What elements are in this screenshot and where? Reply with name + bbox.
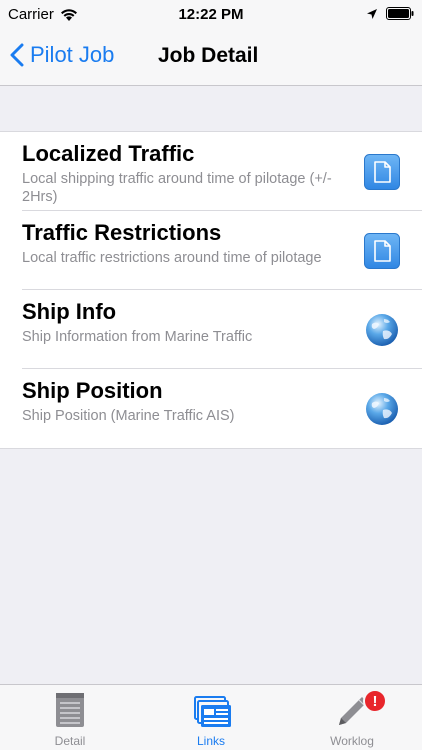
status-bar: Carrier 12:22 PM — [0, 0, 422, 30]
globe-icon — [366, 393, 398, 425]
globe-icon — [366, 314, 398, 346]
location-arrow-icon — [367, 8, 377, 19]
link-title: Localized Traffic — [22, 141, 195, 166]
status-right — [366, 7, 414, 20]
tab-detail[interactable]: Detail — [0, 685, 140, 750]
chevron-left-icon — [10, 43, 24, 67]
document-icon — [364, 233, 400, 269]
navigation-bar: Pilot Job Job Detail — [0, 30, 422, 86]
battery-icon — [386, 7, 414, 20]
notepad-icon — [56, 693, 84, 727]
tab-bar: Detail Links ! Worklog — [0, 684, 422, 750]
links-list: Localized Traffic Local shipping traffic… — [0, 131, 422, 449]
back-button[interactable]: Pilot Job — [10, 42, 114, 68]
link-subtitle: Ship Information from Marine Traffic — [22, 329, 253, 345]
worklog-alert-badge: ! — [363, 689, 387, 713]
link-row-ship-position[interactable]: Ship Position Ship Position (Marine Traf… — [0, 369, 422, 448]
link-row-traffic-restrictions[interactable]: Traffic Restrictions Local traffic restr… — [0, 211, 422, 290]
tab-label: Worklog — [330, 734, 374, 748]
link-subtitle: Local shipping traffic around time of pi… — [22, 171, 332, 205]
link-subtitle: Ship Position (Marine Traffic AIS) — [22, 408, 235, 424]
back-button-label: Pilot Job — [30, 42, 115, 67]
tab-worklog[interactable]: ! Worklog — [282, 685, 422, 750]
link-title: Ship Info — [22, 299, 117, 324]
link-title: Traffic Restrictions — [22, 220, 222, 245]
page-title: Job Detail — [158, 44, 259, 67]
tab-label: Links — [196, 734, 225, 748]
links-icon — [194, 696, 231, 727]
link-row-ship-info[interactable]: Ship Info Ship Information from Marine T… — [0, 290, 422, 369]
tab-links[interactable]: Links — [141, 685, 281, 750]
link-title: Ship Position — [22, 378, 163, 403]
link-row-localized-traffic[interactable]: Localized Traffic Local shipping traffic… — [0, 132, 422, 211]
status-time: 12:22 PM — [178, 6, 244, 23]
document-icon — [364, 154, 400, 190]
tab-label: Detail — [54, 734, 86, 748]
link-subtitle: Local traffic restrictions around time o… — [22, 250, 322, 266]
